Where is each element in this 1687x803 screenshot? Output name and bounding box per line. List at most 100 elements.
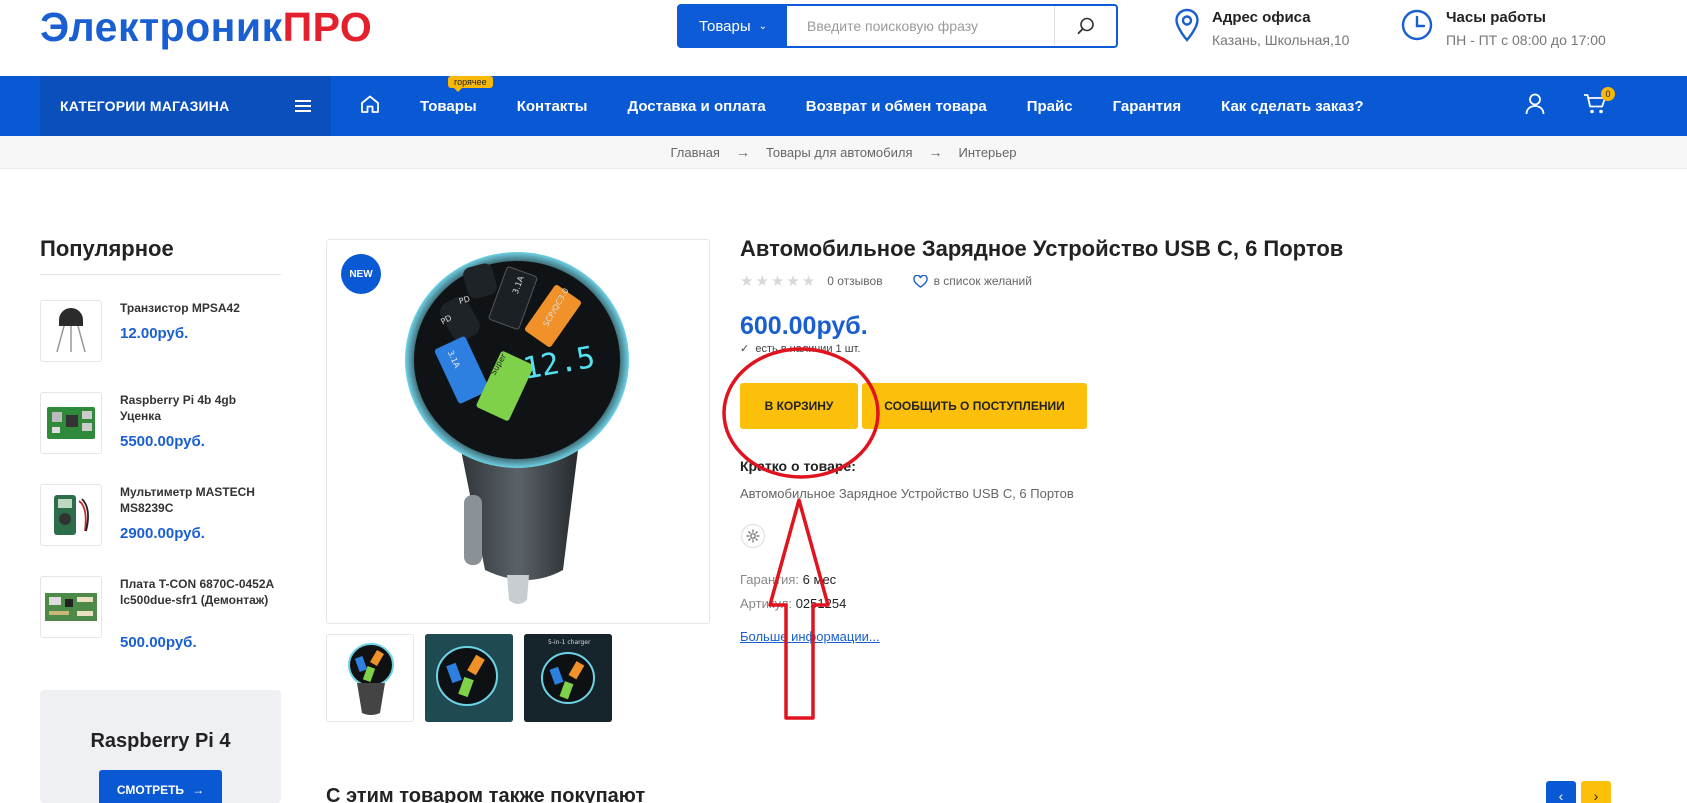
breadcrumb-category[interactable]: Товары для автомобиля (766, 145, 913, 160)
popular-item-price: 5500.00руб. (120, 433, 205, 450)
nav-item-warranty[interactable]: Гарантия (1113, 98, 1182, 115)
popular-item-name[interactable]: Транзистор MPSA42 (120, 300, 280, 316)
gear-icon (746, 529, 760, 543)
car-charger-thumb (348, 643, 394, 715)
account-button[interactable] (1525, 93, 1545, 120)
popular-item[interactable]: Raspberry Pi 4b 4gb Уценка 5500.00руб. (40, 392, 281, 454)
promo-banner: Raspberry Pi 4 СМОТРЕТЬ → (40, 690, 281, 803)
breadcrumb-current[interactable]: Интерьер (959, 145, 1017, 160)
warranty-value: 6 мес (802, 572, 837, 587)
promo-button-label: СМОТРЕТЬ (116, 783, 185, 797)
popular-item-name[interactable]: Мультиметр MASTECH MS8239C (120, 484, 280, 516)
popular-item[interactable]: Мультиметр MASTECH MS8239C 2900.00руб. (40, 484, 281, 546)
office-title: Адрес офиса (1212, 9, 1311, 26)
heart-icon (912, 274, 928, 288)
popular-item[interactable]: Плата T-CON 6870C-0452A lc500due-sfr1 (Д… (40, 576, 281, 651)
multimeter-image (54, 495, 89, 535)
nav-home[interactable] (360, 95, 380, 117)
nav-item-how-to-order[interactable]: Как сделать заказ? (1221, 98, 1363, 115)
sku-value: 0251254 (795, 596, 847, 611)
nav-item-label: Как сделать заказ? (1221, 97, 1364, 115)
search-icon (1077, 17, 1094, 35)
nav-item-price-list[interactable]: Прайс (1027, 98, 1073, 115)
carousel-prev-button[interactable]: ‹ (1546, 781, 1576, 803)
product-thumb[interactable]: 5-in-1 charger (524, 634, 612, 722)
popular-item-price: 2900.00руб. (120, 525, 205, 542)
sku-label: Артикул: (740, 596, 793, 611)
car-charger-thumb: 5-in-1 charger (524, 634, 612, 722)
product-thumbnail[interactable] (40, 300, 102, 362)
thumb-caption: 5-in-1 charger (548, 639, 591, 646)
categories-menu-button[interactable]: КАТЕГОРИИ МАГАЗИНА (40, 76, 331, 136)
nav-item-label: Прайс (1026, 97, 1073, 115)
office-info: Адрес офиса Казань, Школьная,10 (1174, 8, 1349, 48)
popular-item-name[interactable]: Raspberry Pi 4b 4gb Уценка (120, 392, 280, 424)
promo-title: Raspberry Pi 4 (90, 730, 231, 752)
map-pin-icon (1175, 8, 1199, 42)
breadcrumb: Главная → Товары для автомобиля → Интерь… (0, 136, 1687, 169)
product-thumb[interactable] (425, 634, 513, 722)
chevron-left-icon: ‹ (1558, 788, 1564, 803)
cart-count-badge: 0 (1601, 86, 1615, 101)
popular-item-price: 500.00руб. (120, 634, 197, 651)
hours-title: Часы работы (1446, 9, 1546, 26)
product-thumb[interactable] (326, 634, 414, 722)
arrow-right-icon: → (928, 144, 943, 160)
hours-info: Часы работы ПН - ПТ с 08:00 до 17:00 (1400, 8, 1606, 48)
warranty-label: Гарантия: (740, 572, 800, 587)
also-bought-title: С этим товаром также покупают (326, 785, 646, 803)
nav-item-returns[interactable]: Возврат и обмен товара (806, 98, 987, 115)
search-input[interactable] (787, 6, 1054, 46)
nav-item-label: Доставка и оплата (627, 97, 766, 115)
settings-button[interactable] (741, 524, 765, 548)
breadcrumb-home[interactable]: Главная (670, 145, 719, 160)
product-thumbnail[interactable] (40, 484, 102, 546)
nav-item-contacts[interactable]: Контакты (517, 98, 588, 115)
page: ЭлектроникПРО Товары ⌄ Адрес офиса Казан… (0, 0, 1687, 803)
nav-item-tovary[interactable]: горячее Товары (420, 75, 493, 115)
cart-button[interactable]: 0 (1583, 86, 1615, 120)
office-address: Казань, Школьная,10 (1212, 32, 1350, 48)
product-thumbnail[interactable] (40, 576, 102, 638)
nav-actions: 0 (1525, 76, 1615, 136)
nav-item-label: Возврат и обмен товара (805, 97, 987, 115)
search-bar: Товары ⌄ (677, 4, 1118, 48)
popular-item-price: 12.00руб. (120, 325, 189, 342)
nav-item-delivery[interactable]: Доставка и оплата (627, 98, 765, 115)
wishlist-label: в список желаний (933, 274, 1032, 288)
warranty-row: Гарантия: 6 мес (740, 572, 836, 587)
product-thumbnail[interactable] (40, 392, 102, 454)
carousel-next-button[interactable]: › (1581, 781, 1611, 803)
brief-heading: Кратко о товаре: (740, 458, 856, 474)
chevron-down-icon: ⌄ (758, 20, 767, 32)
clock-icon (1401, 9, 1433, 41)
search-category-select[interactable]: Товары ⌄ (679, 6, 787, 46)
divider (40, 274, 281, 275)
car-charger-thumb (425, 634, 513, 722)
popular-title: Популярное (40, 236, 174, 261)
search-button[interactable] (1054, 6, 1116, 46)
popular-item-name[interactable]: Плата T-CON 6870C-0452A lc500due-sfr1 (Д… (120, 576, 280, 608)
categories-label: КАТЕГОРИИ МАГАЗИНА (60, 98, 230, 114)
add-to-cart-button[interactable]: В КОРЗИНУ (740, 383, 858, 429)
check-icon: ✓ (740, 343, 750, 355)
new-badge: NEW (341, 254, 381, 294)
site-logo[interactable]: ЭлектроникПРО (40, 4, 372, 51)
popular-item[interactable]: Транзистор MPSA42 12.00руб. (40, 300, 281, 362)
rating-stars: ★★★★★ (740, 273, 818, 290)
promo-view-button[interactable]: СМОТРЕТЬ → (99, 770, 222, 803)
rating-row: ★★★★★ 0 отзывов в список желаний (740, 272, 1032, 290)
logo-part2: ПРО (282, 4, 373, 50)
stock-status: ✓ есть в наличии 1 шт. (740, 342, 860, 355)
home-icon (361, 95, 379, 113)
raspberry-pi-image (47, 407, 95, 439)
wishlist-button[interactable]: в список желаний (912, 274, 1032, 288)
more-info-link[interactable]: Больше информации... (740, 629, 880, 644)
notify-availability-button[interactable]: СООБЩИТЬ О ПОСТУПЛЕНИИ (862, 383, 1087, 429)
product-thumbnails: 5-in-1 charger (326, 634, 612, 722)
brief-text: Автомобильное Зарядное Устройство USB C,… (740, 486, 1074, 501)
product-main-image[interactable]: 12.5 PD PD 3.1A SCP/QC3.0 3.1A Super NEW (326, 239, 710, 624)
product-title: Автомобильное Зарядное Устройство USB C,… (740, 236, 1344, 261)
reviews-link[interactable]: 0 отзывов (827, 274, 882, 288)
product-price: 600.00руб. (740, 312, 868, 340)
